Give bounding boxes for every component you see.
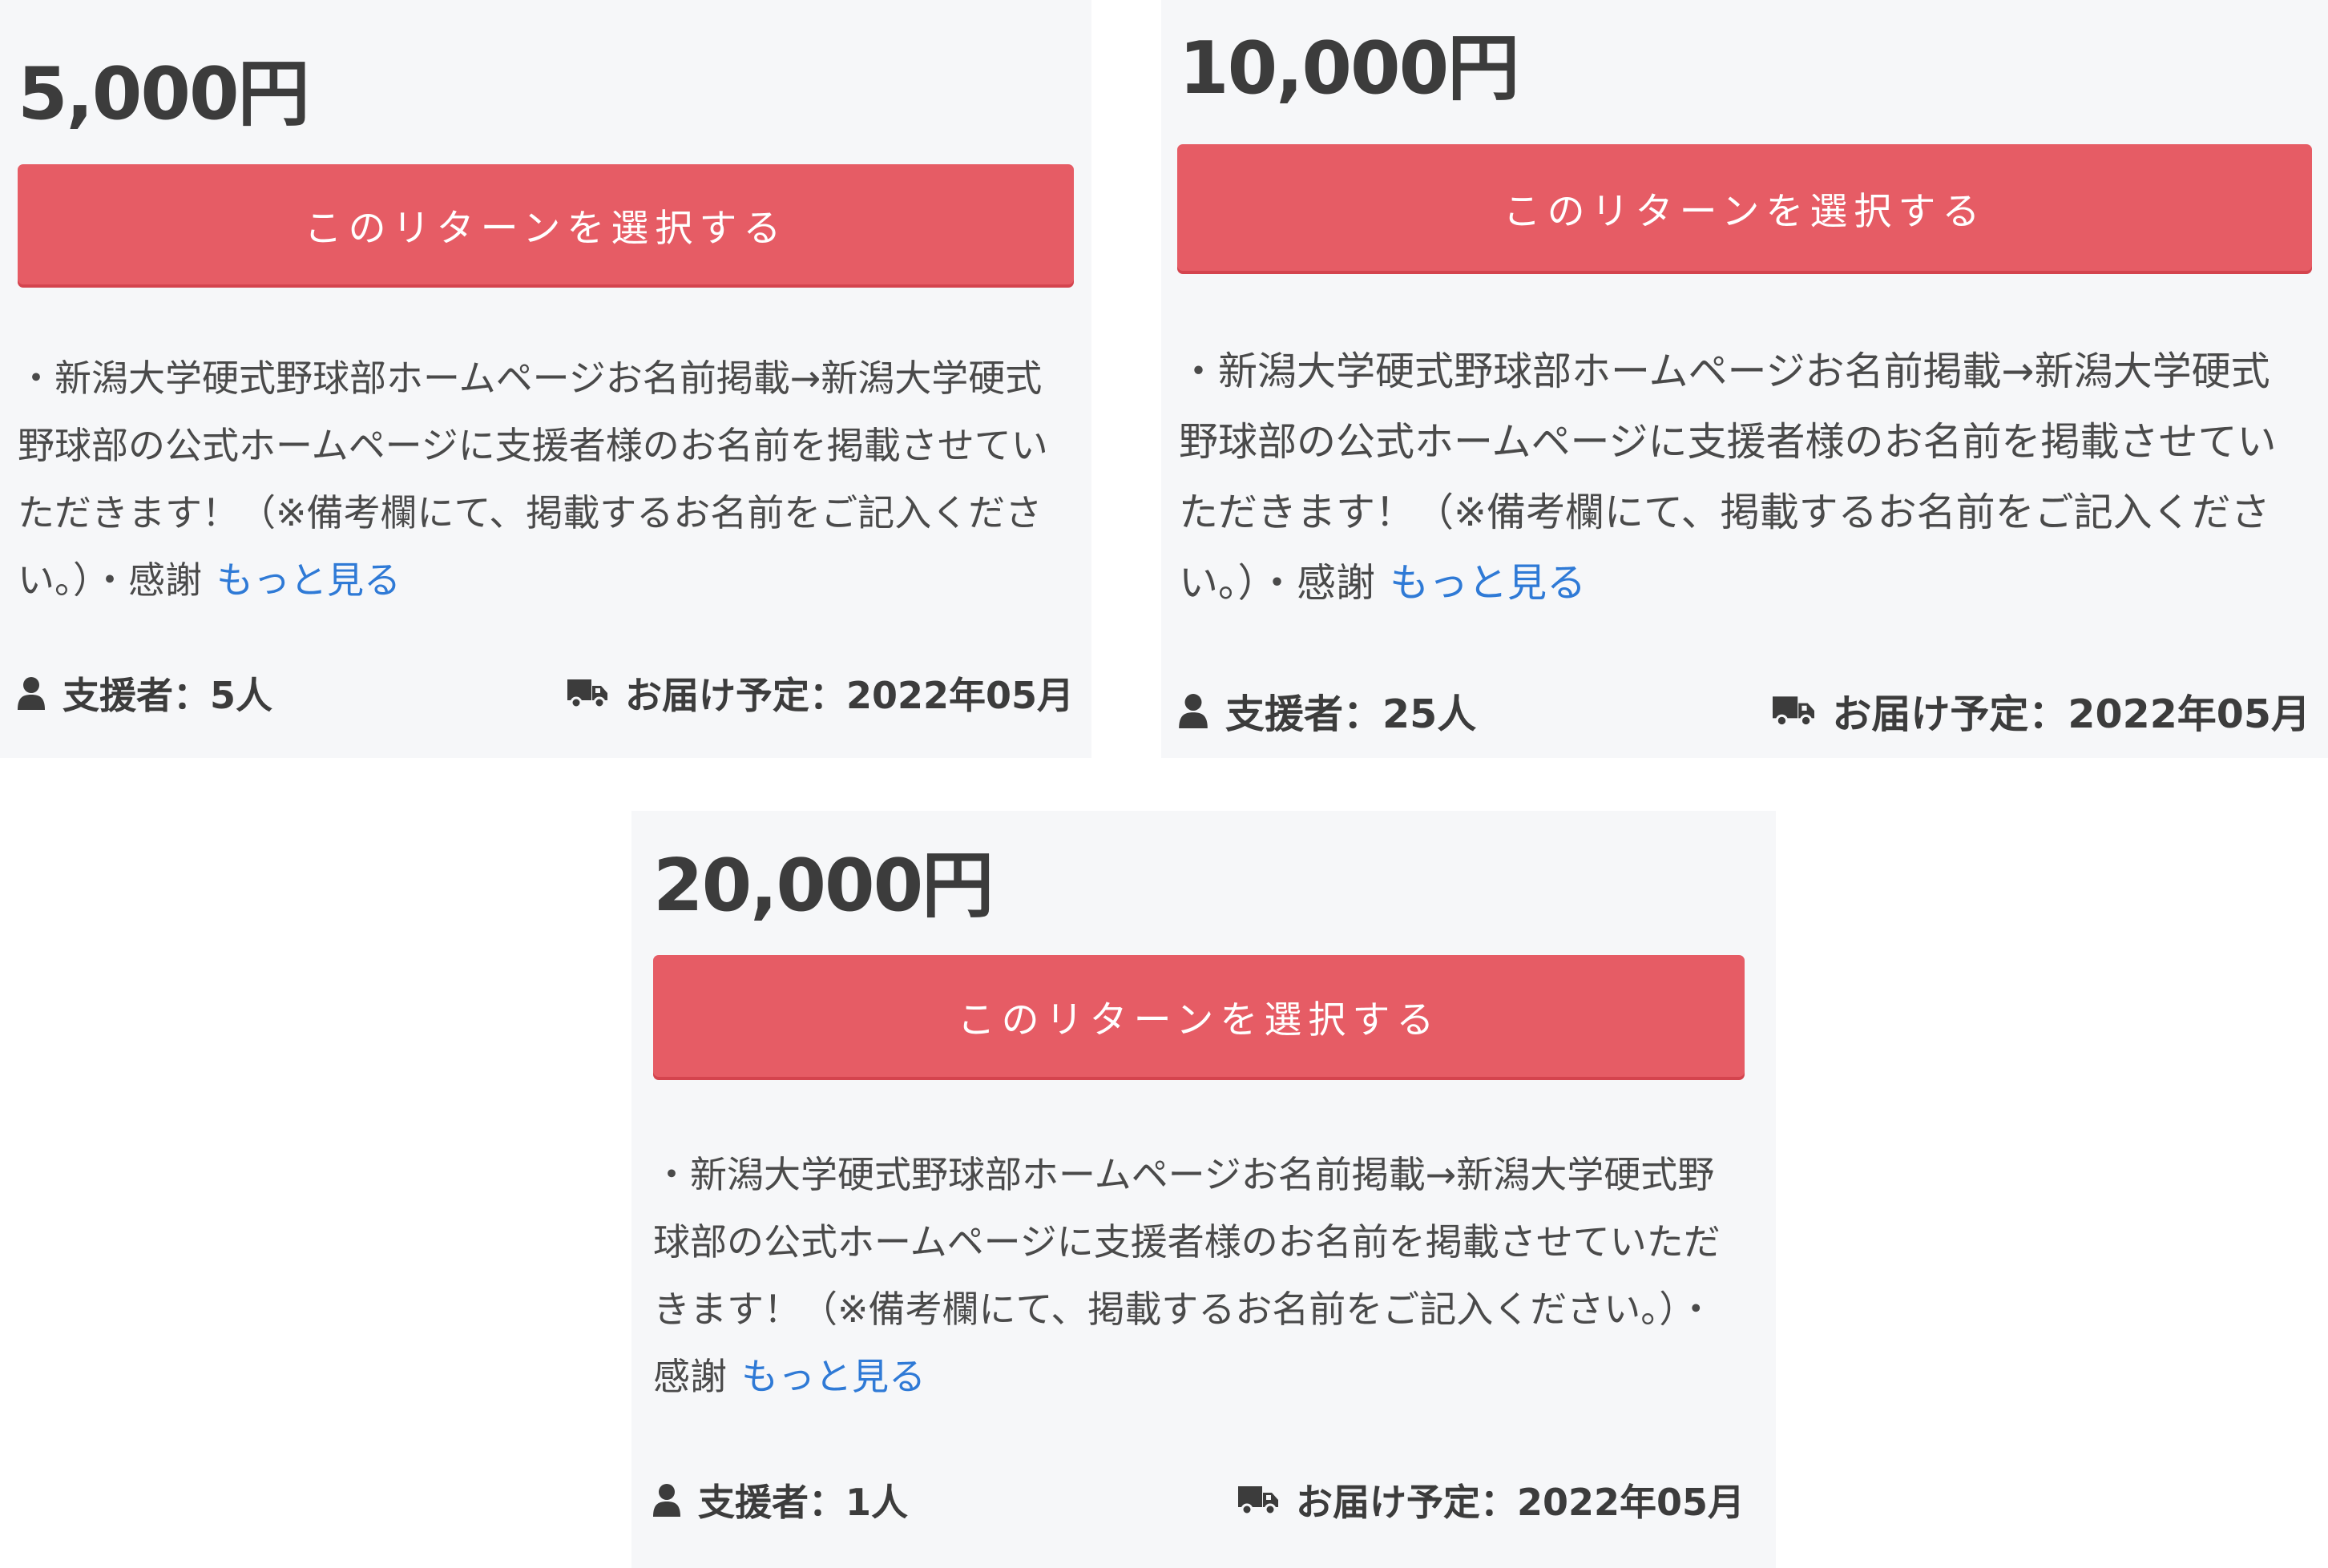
delivery-date: お届け予定：2022年05月 (1773, 683, 2310, 740)
reward-meta-row: 支援者：1人 お届け予定：2022年05月 (653, 1472, 1745, 1528)
select-reward-button[interactable]: このリターンを選択する (1177, 144, 2312, 271)
reward-description-text: ・新潟大学硬式野球部ホームページお名前掲載→新潟大学硬式野球部の公式ホームページ… (1179, 349, 2277, 606)
see-more-link[interactable]: もっと見る (1390, 560, 1586, 606)
reward-card: 5,000円 このリターンを選択する ・新潟大学硬式野球部ホームページお名前掲載… (0, 0, 1091, 758)
delivery-date: お届け予定：2022年05月 (567, 667, 1074, 720)
truck-icon (1237, 1486, 1278, 1515)
delivery-date-text: お届け予定：2022年05月 (624, 674, 1074, 717)
user-icon (18, 677, 45, 710)
user-icon (653, 1484, 680, 1517)
select-reward-button[interactable]: このリターンを選択する (18, 164, 1074, 284)
see-more-link[interactable]: もっと見る (741, 1355, 926, 1398)
select-reward-button[interactable]: このリターンを選択する (653, 955, 1745, 1077)
supporter-count-text: 支援者：1人 (698, 1481, 909, 1524)
supporter-count: 支援者：5人 (18, 667, 272, 720)
truck-icon (1773, 696, 1815, 727)
reward-price: 5,000円 (18, 52, 310, 136)
reward-description: ・新潟大学硬式野球部ホームページお名前掲載→新潟大学硬式野球部の公式ホームページ… (1179, 337, 2309, 619)
delivery-date-text: お届け予定：2022年05月 (1832, 691, 2310, 737)
reward-meta-row: 支援者：25人 お届け予定：2022年05月 (1179, 683, 2310, 739)
supporter-count: 支援者：1人 (653, 1473, 908, 1526)
delivery-date-text: お届け予定：2022年05月 (1295, 1481, 1745, 1524)
reward-card: 10,000円 このリターンを選択する ・新潟大学硬式野球部ホームページお名前掲… (1161, 0, 2328, 758)
reward-description: ・新潟大学硬式野球部ホームページお名前掲載→新潟大学硬式野球部の公式ホームページ… (18, 345, 1074, 614)
supporter-count-text: 支援者：5人 (63, 674, 273, 717)
truck-icon (567, 679, 607, 708)
reward-description: ・新潟大学硬式野球部ホームページお名前掲載→新潟大学硬式野球部の公式ホームページ… (653, 1141, 1745, 1410)
reward-price: 10,000円 (1179, 26, 1519, 111)
supporter-count-text: 支援者：25人 (1225, 691, 1477, 737)
user-icon (1179, 694, 1208, 728)
reward-card: 20,000円 このリターンを選択する ・新潟大学硬式野球部ホームページお名前掲… (631, 811, 1776, 1568)
reward-meta-row: 支援者：5人 お届け予定：2022年05月 (18, 665, 1074, 721)
supporter-count: 支援者：25人 (1179, 683, 1476, 740)
see-more-link[interactable]: もっと見る (216, 558, 401, 602)
reward-description-text: ・新潟大学硬式野球部ホームページお名前掲載→新潟大学硬式野球部の公式ホームページ… (18, 357, 1048, 602)
reward-price: 20,000円 (653, 844, 994, 928)
delivery-date: お届け予定：2022年05月 (1237, 1473, 1745, 1526)
